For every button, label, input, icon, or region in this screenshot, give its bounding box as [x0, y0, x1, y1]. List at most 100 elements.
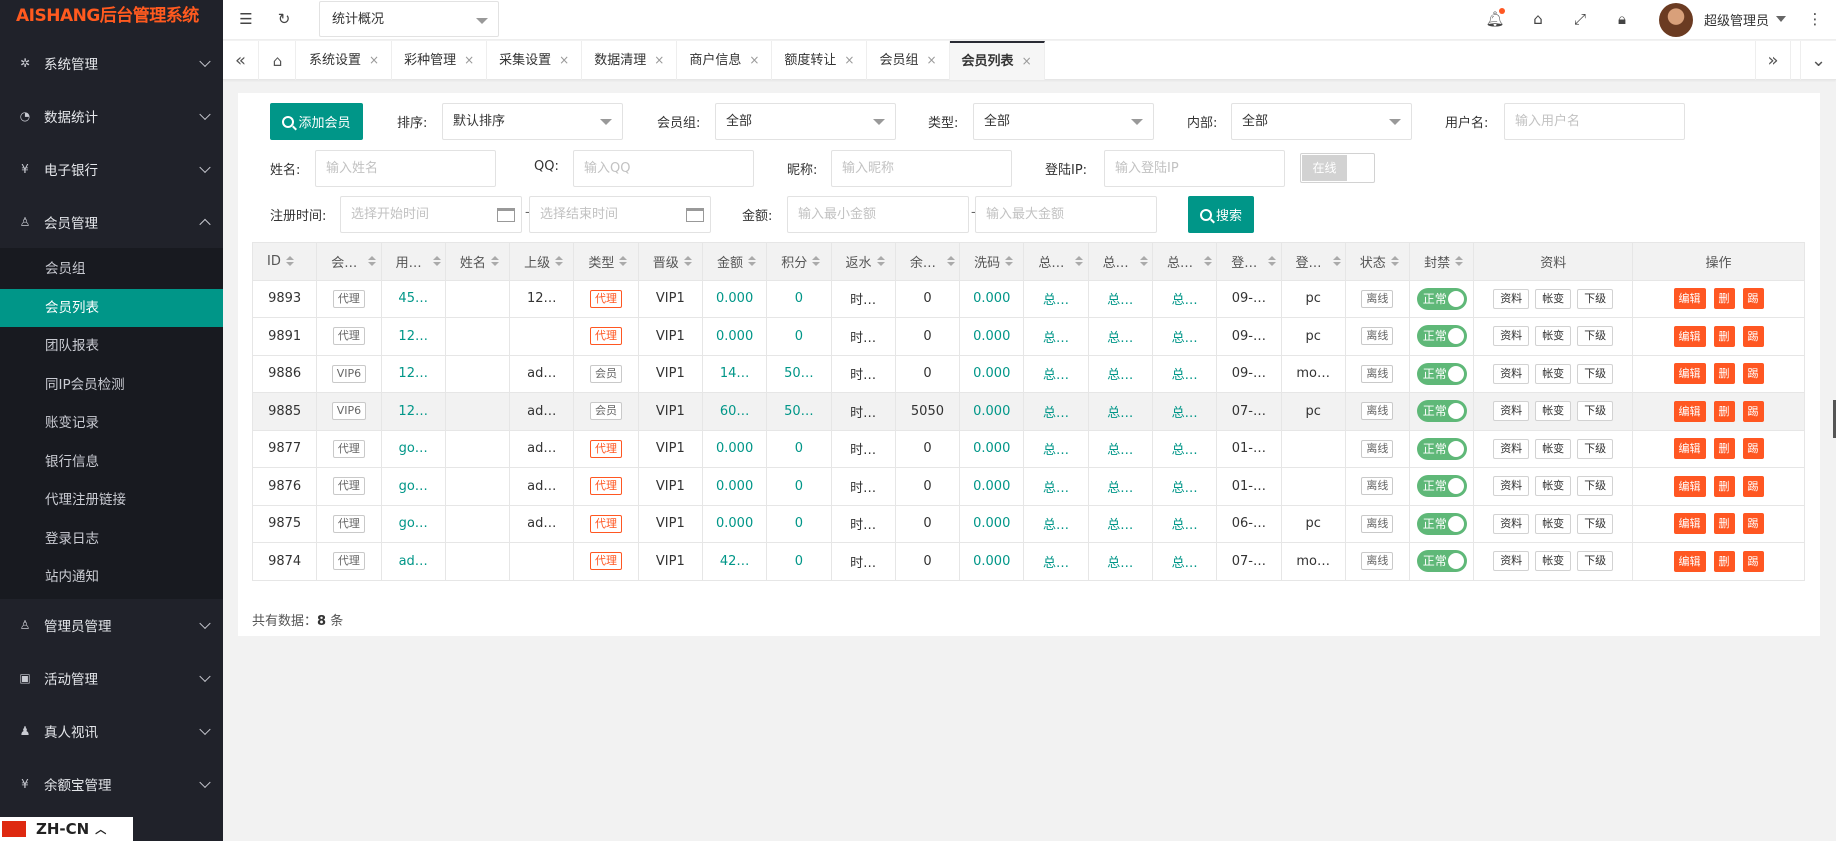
column-header-0[interactable]: ID: [251, 242, 318, 281]
close-icon[interactable]: ×: [749, 53, 759, 67]
start-time-input[interactable]: 选择开始时间: [340, 196, 522, 233]
ban-status-switch[interactable]: 正常: [1416, 512, 1467, 535]
cell-wash[interactable]: 0.000: [959, 317, 1025, 356]
sidebar-item-0[interactable]: 会员组: [0, 250, 223, 289]
account-change-button[interactable]: 帐变: [1535, 476, 1572, 497]
max-amount-input[interactable]: 输入最大金额: [975, 196, 1157, 233]
column-header-13[interactable]: 总提现: [1087, 242, 1153, 281]
cell-points[interactable]: 0: [766, 467, 832, 506]
tab-0[interactable]: 系统设置 ×: [297, 41, 393, 80]
cell-wd[interactable]: 总…: [1087, 467, 1153, 506]
profile-button[interactable]: 资料: [1493, 476, 1530, 497]
chevron-down-icon[interactable]: [1776, 16, 1786, 22]
cell-wash[interactable]: 0.000: [959, 467, 1025, 506]
column-header-14[interactable]: 总投注: [1151, 242, 1218, 281]
column-header-15[interactable]: 登录时间: [1216, 242, 1282, 281]
sort-icon[interactable]: [285, 256, 294, 267]
sort-icon[interactable]: [619, 256, 628, 267]
bell-icon[interactable]: 🔔︎: [1485, 8, 1505, 28]
sort-icon[interactable]: [1332, 256, 1341, 267]
login-ip-input[interactable]: 输入登陆IP: [1104, 150, 1285, 187]
table-row[interactable]: 9876 代理 go… ad… 代理 VIP1 0.000 0 时… 0 0.000 总… 总… 总… 01…: [251, 467, 1805, 506]
profile-button[interactable]: 资料: [1493, 513, 1530, 534]
cell-dep[interactable]: 总…: [1023, 354, 1089, 393]
sidebar-group-1[interactable]: ◔ 数据统计: [0, 89, 223, 142]
column-header-1[interactable]: 会员组: [316, 242, 382, 281]
cell-user[interactable]: 12…: [380, 317, 446, 356]
table-row[interactable]: 9874 代理 ad… 代理 VIP1 42… 0 时… 0 0.000 总… 总… 总… 07-… mo……: [251, 542, 1805, 581]
language-switcher[interactable]: ZH-CN ︿: [0, 817, 133, 841]
column-header-10[interactable]: 余额宝: [894, 242, 961, 281]
cell-dep[interactable]: 总…: [1023, 317, 1089, 356]
fullscreen-icon[interactable]: ⤢: [1571, 10, 1589, 28]
edit-button[interactable]: 编辑: [1673, 363, 1706, 385]
profile-button[interactable]: 资料: [1493, 288, 1530, 309]
subordinate-button[interactable]: 下级: [1577, 288, 1614, 309]
delete-button[interactable]: 删: [1713, 475, 1735, 497]
subordinate-button[interactable]: 下级: [1577, 438, 1614, 459]
tab-3[interactable]: 数据清理 ×: [582, 41, 678, 80]
delete-button[interactable]: 删: [1713, 363, 1735, 385]
cell-user[interactable]: go…: [380, 429, 446, 468]
kick-button[interactable]: 踢: [1742, 363, 1764, 385]
edit-button[interactable]: 编辑: [1673, 400, 1706, 422]
min-amount-input[interactable]: 输入最小金额: [787, 196, 969, 233]
member-group-select[interactable]: 全部: [715, 103, 896, 140]
table-row[interactable]: 9886 VIP6 12… ad… 会员 VIP1 14… 50… 时… 0 0.000 总… 总… 总……: [251, 354, 1805, 393]
kick-button[interactable]: 踢: [1742, 475, 1764, 497]
name-input[interactable]: 输入姓名: [315, 150, 496, 187]
cell-money[interactable]: 14…: [701, 354, 768, 393]
cell-wash[interactable]: 0.000: [959, 504, 1025, 543]
account-change-button[interactable]: 帐变: [1535, 363, 1572, 384]
sort-icon[interactable]: [1139, 256, 1148, 267]
cell-bet[interactable]: 总…: [1151, 317, 1218, 356]
cell-wash[interactable]: 0.000: [959, 542, 1025, 581]
sidebar-item-2[interactable]: 团队报表: [0, 327, 223, 366]
column-header-5[interactable]: 类型: [573, 242, 639, 281]
cell-wd[interactable]: 总…: [1087, 317, 1153, 356]
cell-dep[interactable]: 总…: [1023, 429, 1089, 468]
table-row[interactable]: 9891 代理 12… 代理 VIP1 0.000 0 时… 0 0.000 总… 总… 总… 09-… p…: [251, 317, 1805, 356]
delete-button[interactable]: 删: [1713, 550, 1735, 572]
subordinate-button[interactable]: 下级: [1577, 363, 1614, 384]
subordinate-button[interactable]: 下级: [1577, 326, 1614, 347]
profile-button[interactable]: 资料: [1493, 363, 1530, 384]
home-icon[interactable]: ⌂: [260, 41, 296, 80]
edit-button[interactable]: 编辑: [1673, 550, 1706, 572]
tab-4[interactable]: 商户信息 ×: [677, 41, 773, 80]
sort-icon[interactable]: [946, 256, 955, 267]
close-icon[interactable]: ×: [654, 53, 664, 67]
cell-wash[interactable]: 0.000: [959, 279, 1025, 318]
sidebar-item-4[interactable]: 账变记录: [0, 404, 223, 443]
close-icon[interactable]: ×: [559, 53, 569, 67]
account-change-button[interactable]: 帐变: [1535, 438, 1572, 459]
menu-fold-icon[interactable]: ☰: [237, 10, 255, 28]
tab-7[interactable]: 会员列表 ×: [949, 41, 1045, 80]
sidebar-group-5[interactable]: ▣ 活动管理: [0, 652, 223, 705]
more-vertical-icon[interactable]: ⋮: [1806, 10, 1824, 28]
close-icon[interactable]: ×: [369, 53, 379, 67]
column-header-11[interactable]: 洗码: [959, 242, 1025, 281]
cell-user[interactable]: 45…: [380, 279, 446, 318]
cell-wash[interactable]: 0.000: [959, 429, 1025, 468]
edit-button[interactable]: 编辑: [1673, 438, 1706, 460]
kick-button[interactable]: 踢: [1742, 288, 1764, 310]
cell-points[interactable]: 0: [766, 504, 832, 543]
close-icon[interactable]: ×: [464, 53, 474, 67]
ban-status-switch[interactable]: 正常: [1416, 362, 1467, 385]
sort-icon[interactable]: [683, 256, 692, 267]
edit-button[interactable]: 编辑: [1673, 325, 1706, 347]
sidebar-item-5[interactable]: 银行信息: [0, 443, 223, 482]
cell-bet[interactable]: 总…: [1151, 504, 1218, 543]
cell-points[interactable]: 0: [766, 429, 832, 468]
tab-1[interactable]: 彩种管理 ×: [392, 41, 488, 80]
profile-button[interactable]: 资料: [1493, 551, 1530, 572]
add-member-button[interactable]: 添加会员: [270, 103, 363, 140]
cell-dep[interactable]: 总…: [1023, 467, 1089, 506]
column-header-16[interactable]: 登录设备: [1280, 242, 1346, 281]
account-change-button[interactable]: 帐变: [1535, 513, 1572, 534]
cell-money[interactable]: 0.000: [701, 504, 768, 543]
sort-icon[interactable]: [876, 256, 885, 267]
user-name[interactable]: 超级管理员: [1704, 10, 1769, 29]
profile-button[interactable]: 资料: [1493, 438, 1530, 459]
